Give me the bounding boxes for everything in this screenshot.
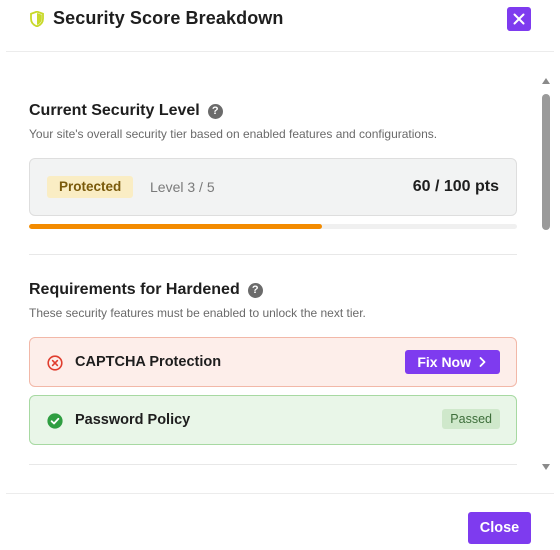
fix-now-label: Fix Now bbox=[417, 354, 471, 370]
current-level-description: Your site's overall security tier based … bbox=[29, 127, 438, 141]
security-progress-fill bbox=[29, 224, 322, 229]
requirement-captcha: CAPTCHA Protection Fix Now bbox=[29, 337, 517, 387]
requirements-title: Requirements for Hardened bbox=[29, 281, 240, 298]
security-level-card: Protected Level 3 / 5 60 / 100 pts bbox=[29, 158, 517, 216]
scroll-up-arrow-icon[interactable] bbox=[542, 78, 550, 84]
requirement-password-policy: Password Policy Passed bbox=[29, 395, 517, 445]
help-circle-icon[interactable]: ? bbox=[247, 282, 263, 298]
passed-badge: Passed bbox=[442, 409, 500, 429]
close-modal-button[interactable] bbox=[507, 7, 531, 31]
modal-title: Security Score Breakdown bbox=[53, 8, 284, 28]
security-progress-bar bbox=[29, 224, 517, 229]
close-icon bbox=[513, 13, 525, 25]
chevron-right-icon bbox=[479, 357, 486, 367]
modal-header: Security Score Breakdown bbox=[6, 0, 554, 52]
modal-footer: Close bbox=[6, 493, 554, 550]
requirements-heading: Requirements for Hardened ? bbox=[29, 281, 263, 299]
scrollbar-thumb[interactable] bbox=[542, 94, 550, 230]
level-badge: Protected bbox=[47, 176, 134, 198]
help-circle-icon[interactable]: ? bbox=[207, 103, 223, 119]
close-button[interactable]: Close bbox=[468, 512, 531, 544]
divider bbox=[29, 464, 517, 465]
modal-body[interactable]: Current Security Level ? Your site's ove… bbox=[6, 52, 554, 493]
scrollbar[interactable] bbox=[539, 75, 553, 470]
check-circle-icon bbox=[47, 413, 63, 429]
current-level-title: Current Security Level bbox=[29, 102, 200, 119]
security-points: 60 / 100 pts bbox=[412, 178, 499, 195]
scroll-down-arrow-icon[interactable] bbox=[542, 464, 550, 470]
level-text: Level 3 / 5 bbox=[150, 179, 215, 195]
fix-now-button[interactable]: Fix Now bbox=[405, 350, 500, 374]
current-level-heading: Current Security Level ? bbox=[29, 102, 223, 120]
requirements-description: These security features must be enabled … bbox=[29, 306, 366, 320]
divider bbox=[29, 254, 517, 255]
shield-icon bbox=[30, 11, 44, 27]
requirement-label: Password Policy bbox=[75, 412, 191, 428]
requirement-label: CAPTCHA Protection bbox=[75, 354, 222, 370]
security-score-modal: Security Score Breakdown Current Securit… bbox=[6, 0, 554, 550]
error-circle-icon bbox=[47, 355, 63, 371]
